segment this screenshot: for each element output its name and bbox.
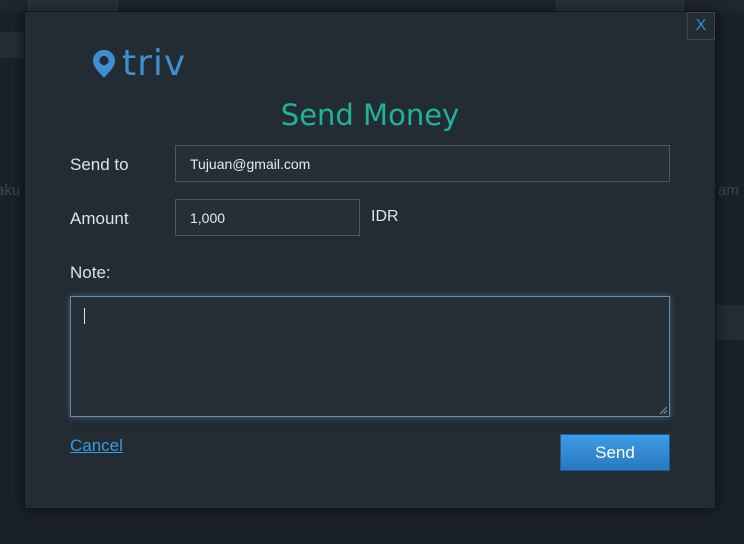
background-panel-left xyxy=(0,32,24,58)
background-button-left xyxy=(28,0,118,11)
logo-text: triv xyxy=(122,43,187,84)
send-to-field[interactable]: Tujuan@gmail.com xyxy=(175,145,670,182)
background-text-right: am xyxy=(718,182,739,199)
triv-logo: triv xyxy=(92,46,186,82)
send-to-label: Send to xyxy=(70,155,129,174)
note-textarea[interactable] xyxy=(70,296,670,417)
cancel-link[interactable]: Cancel xyxy=(70,436,123,456)
close-button[interactable]: X xyxy=(687,12,715,40)
amount-field[interactable]: 1,000 xyxy=(175,199,360,236)
amount-value: 1,000 xyxy=(190,209,226,226)
send-to-value: Tujuan@gmail.com xyxy=(190,155,311,172)
background-button-right xyxy=(556,0,684,11)
send-button[interactable]: Send xyxy=(560,434,670,471)
background-panel-right xyxy=(716,305,744,340)
amount-label: Amount xyxy=(70,209,129,228)
background-text-left: aku xyxy=(0,182,21,199)
resize-grip-icon[interactable] xyxy=(659,406,667,414)
currency-label: IDR xyxy=(371,208,399,225)
dialog-title: Send Money xyxy=(280,98,460,132)
text-caret xyxy=(84,308,85,324)
send-money-dialog: X triv Send Money Send to Tujuan@gmail.c… xyxy=(24,11,716,509)
note-label: Note: xyxy=(70,263,111,282)
location-pin-icon xyxy=(93,50,115,78)
